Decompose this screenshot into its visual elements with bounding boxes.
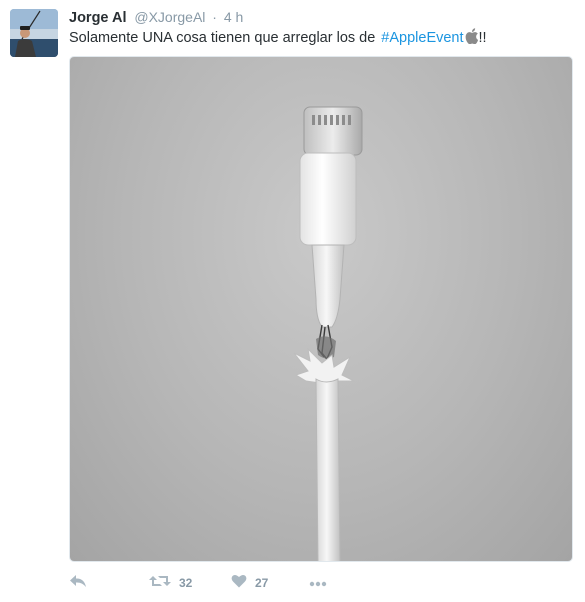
- apple-logo-icon: [465, 28, 479, 49]
- tweet-media-photo[interactable]: [69, 56, 573, 562]
- tweet-text-body: Solamente UNA cosa tienen que arreglar l…: [69, 30, 376, 46]
- tweet: Jorge Al @XJorgeAl · 4 h Solamente UNA c…: [0, 0, 585, 602]
- more-icon: [309, 574, 327, 592]
- retweet-button[interactable]: 32: [149, 572, 192, 594]
- tweet-header: Jorge Al @XJorgeAl · 4 h: [69, 8, 243, 26]
- avatar-photo: [10, 9, 58, 57]
- reply-button[interactable]: [69, 572, 87, 594]
- retweet-count: 32: [179, 576, 193, 590]
- user-fullname[interactable]: Jorge Al: [69, 10, 126, 26]
- avatar[interactable]: [10, 9, 58, 57]
- like-count: 27: [255, 576, 269, 590]
- tweet-timestamp[interactable]: 4 h: [224, 9, 243, 25]
- heart-icon: [231, 574, 247, 593]
- tweet-actions: 32 27: [69, 572, 569, 594]
- reply-icon: [69, 574, 87, 593]
- tweet-text: Solamente UNA cosa tienen que arreglar l…: [69, 28, 569, 49]
- header-separator: ·: [212, 9, 217, 25]
- more-button[interactable]: [309, 572, 327, 594]
- user-screen-name[interactable]: @XJorgeAl: [134, 9, 205, 25]
- hashtag-link[interactable]: #AppleEvent: [381, 30, 463, 46]
- retweet-icon: [149, 574, 171, 593]
- lightning-cable-photo: [293, 106, 363, 561]
- like-button[interactable]: 27: [231, 572, 268, 594]
- tweet-text-suffix: !!: [478, 30, 487, 46]
